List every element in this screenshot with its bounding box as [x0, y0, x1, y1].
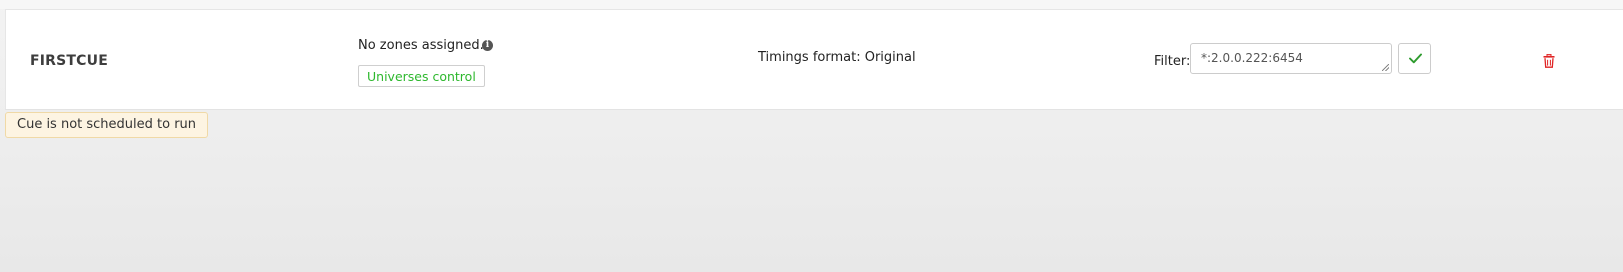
universes-control-button[interactable]: Universes control: [358, 65, 485, 87]
info-circle-icon[interactable]: i: [482, 40, 493, 51]
trash-icon: [1543, 53, 1555, 68]
zones-status-text: No zones assigned.: [358, 38, 484, 53]
resize-grip-icon[interactable]: [1382, 64, 1389, 71]
schedule-status-banner: Cue is not scheduled to run: [5, 112, 209, 138]
filter-input[interactable]: *:2.0.0.222:6454: [1190, 43, 1392, 74]
apply-filter-button[interactable]: [1398, 43, 1431, 74]
filter-label: Filter:: [1154, 54, 1191, 69]
cue-row: FIRSTCUE No zones assigned. i Universes …: [5, 9, 1623, 110]
check-icon: [1409, 53, 1422, 64]
timings-format-text: Timings format: Original: [758, 50, 916, 65]
page-top-strip: [0, 0, 1623, 9]
delete-cue-button[interactable]: [1543, 53, 1555, 68]
filter-input-value: *:2.0.0.222:6454: [1201, 51, 1303, 65]
cue-name: FIRSTCUE: [30, 53, 108, 69]
